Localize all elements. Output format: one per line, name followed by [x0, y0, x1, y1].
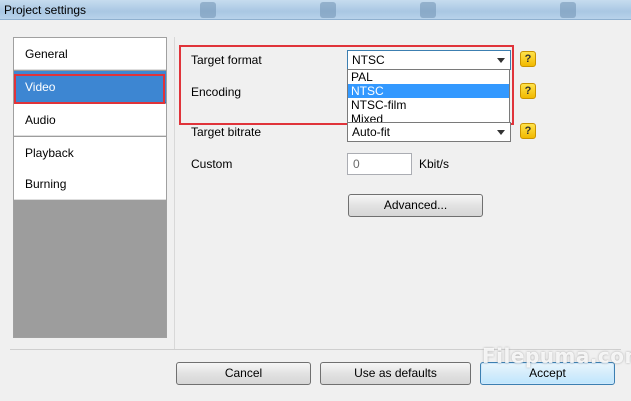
sidebar-item-label: Burning — [25, 177, 67, 191]
target-format-dropdown-list: PAL NTSC NTSC-film Mixed — [347, 69, 510, 127]
background-app-icon — [560, 2, 576, 18]
watermark: Filepuma.com — [482, 344, 631, 368]
window-title: Project settings — [4, 3, 87, 17]
chevron-down-icon[interactable] — [497, 58, 505, 63]
sidebar-item-playback[interactable]: Playback — [14, 137, 166, 169]
advanced-button[interactable]: Advanced... — [348, 194, 483, 217]
sidebar-item-label: Audio — [25, 113, 56, 127]
target-format-select[interactable]: NTSC — [347, 50, 511, 70]
custom-bitrate-unit: Kbit/s — [419, 157, 450, 171]
use-as-defaults-button[interactable]: Use as defaults — [320, 362, 471, 385]
settings-category-list: General Video Audio Playback Burning — [13, 37, 167, 338]
question-mark-icon[interactable]: ? — [520, 123, 536, 139]
target-format-value: NTSC — [352, 53, 385, 67]
project-settings-dialog: Project settings General Video Audio Pla… — [0, 0, 631, 401]
target-bitrate-label: Target bitrate — [191, 125, 262, 139]
dropdown-option-pal[interactable]: PAL — [348, 70, 509, 84]
target-format-label: Target format — [191, 53, 262, 67]
background-app-icon — [420, 2, 436, 18]
custom-bitrate-input[interactable]: 0 — [347, 153, 412, 175]
sidebar-item-label: General — [25, 47, 68, 61]
title-bar: Project settings — [0, 0, 631, 20]
dropdown-option-ntsc[interactable]: NTSC — [348, 84, 509, 98]
chevron-down-icon[interactable] — [497, 130, 505, 135]
sidebar-item-video[interactable]: Video — [14, 71, 166, 103]
dropdown-option-ntsc-film[interactable]: NTSC-film — [348, 98, 509, 112]
sidebar-item-burning[interactable]: Burning — [14, 168, 166, 200]
target-bitrate-value: Auto-fit — [352, 125, 391, 139]
background-app-icon — [200, 2, 216, 18]
custom-label: Custom — [191, 157, 233, 171]
cancel-button[interactable]: Cancel — [176, 362, 311, 385]
sidebar-item-audio[interactable]: Audio — [14, 104, 166, 136]
question-mark-icon[interactable]: ? — [520, 83, 536, 99]
question-mark-icon[interactable]: ? — [520, 51, 536, 67]
encoding-label: Encoding — [191, 85, 242, 99]
target-bitrate-select[interactable]: Auto-fit — [347, 122, 511, 142]
sidebar-item-general[interactable]: General — [14, 38, 166, 70]
content-divider — [174, 37, 175, 349]
background-app-icon — [320, 2, 336, 18]
sidebar-item-label: Playback — [25, 146, 74, 160]
sidebar-item-label: Video — [25, 80, 56, 94]
